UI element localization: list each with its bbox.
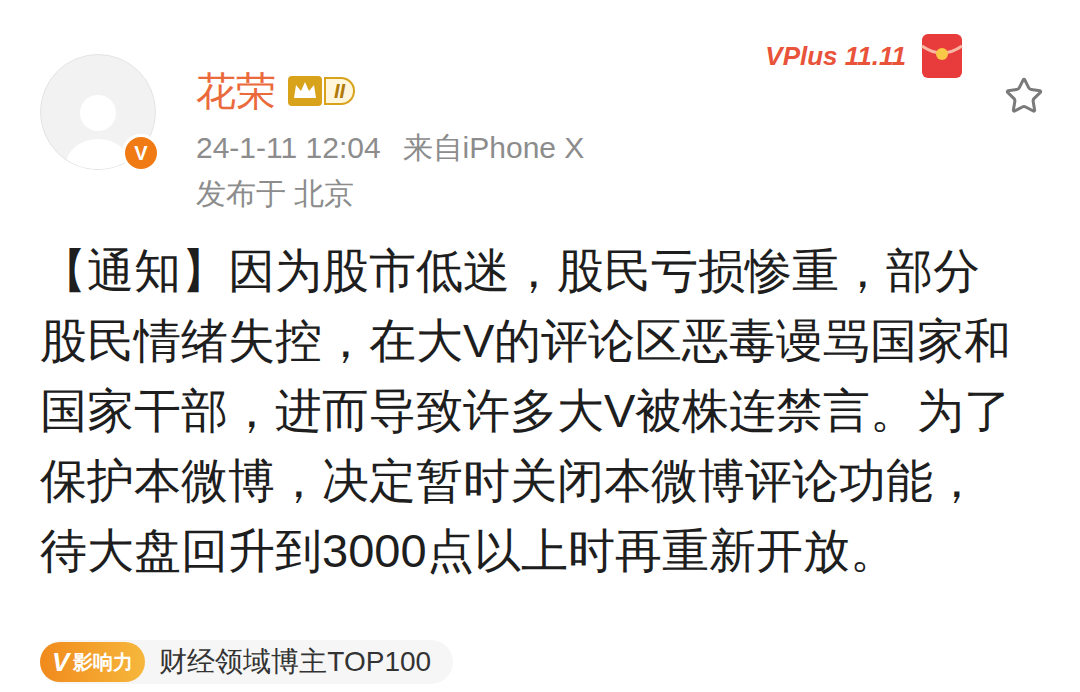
body-line: 【通知】因为股市低迷，股民亏损惨重，部分 xyxy=(40,236,1040,306)
body-line: 国家干部，进而导致许多大V被株连禁言。为了 xyxy=(40,376,1040,446)
body-line: 待大盘回升到3000点以上时再重新开放。 xyxy=(40,516,1040,586)
body-line: 股民情绪失控，在大V的评论区恶毒谩骂国家和 xyxy=(40,306,1040,376)
post-source: 来自iPhone X xyxy=(403,128,585,168)
weibo-post: VPlus 11.11 V 花荣 II 24-1-11 12:04 来自iPhone X 发… xyxy=(0,0,1080,692)
influence-tag[interactable]: V影响力财经领域博主TOP100 xyxy=(40,640,453,684)
level-badge: II xyxy=(288,76,355,106)
avatar[interactable]: V xyxy=(40,54,156,170)
promo-text: VPlus 11.11 xyxy=(765,37,906,76)
body-line: 保护本微博，决定暂时关闭本微博评论功能， xyxy=(40,446,1040,516)
post-time: 24-1-11 12:04 xyxy=(196,128,381,168)
star-icon xyxy=(1004,76,1044,116)
post-header: V 花荣 II 24-1-11 12:04 来自iPhone X 发布于 北京 xyxy=(40,52,1040,214)
post-location: 发布于 北京 xyxy=(196,174,584,214)
red-envelope-icon xyxy=(914,28,970,84)
crown-icon xyxy=(288,76,322,106)
post-meta: 24-1-11 12:04 来自iPhone X xyxy=(196,128,584,168)
promo-banner[interactable]: VPlus 11.11 xyxy=(765,28,970,84)
author-name[interactable]: 花荣 xyxy=(196,66,276,116)
author-info: 花荣 II 24-1-11 12:04 来自iPhone X 发布于 北京 xyxy=(196,52,584,214)
favorite-button[interactable] xyxy=(1004,76,1044,116)
influence-badge: V影响力 xyxy=(40,642,145,682)
post-body: 【通知】因为股市低迷，股民亏损惨重，部分股民情绪失控，在大V的评论区恶毒谩骂国家… xyxy=(40,236,1040,586)
verified-badge: V xyxy=(122,134,160,172)
influence-text: 财经领域博主TOP100 xyxy=(159,640,431,684)
